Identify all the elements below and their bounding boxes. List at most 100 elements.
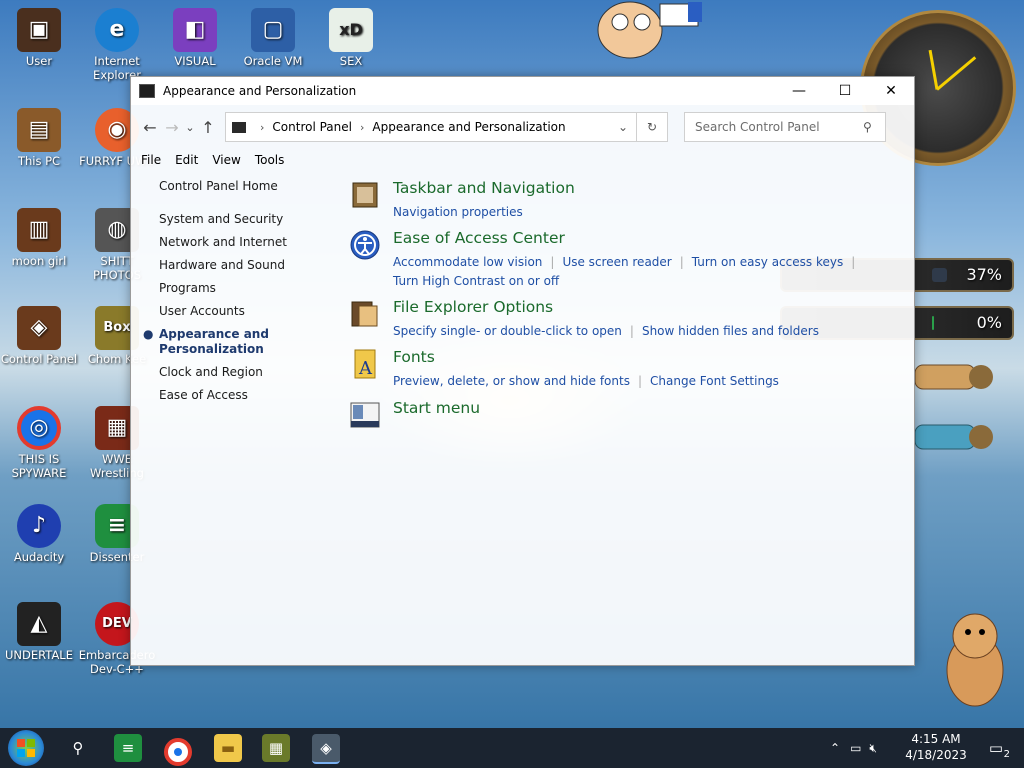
left-navigation: Control Panel Home System and Security N… bbox=[143, 179, 299, 411]
cartoon-face-icon bbox=[597, 1, 702, 59]
link-high-contrast[interactable]: Turn High Contrast on or off bbox=[393, 274, 559, 288]
back-arrow-icon[interactable]: ← bbox=[139, 118, 161, 137]
desktop-icon-label: Oracle VM bbox=[243, 54, 303, 68]
unity-icon: ◭ bbox=[17, 602, 61, 646]
nav-hardware-sound[interactable]: Hardware and Sound bbox=[159, 258, 299, 273]
svg-text:A: A bbox=[358, 358, 373, 379]
ease-of-access-heading[interactable]: Ease of Access Center bbox=[393, 229, 565, 247]
recent-locations-chevron-icon[interactable]: ⌄ bbox=[183, 121, 197, 134]
link-single-double-click[interactable]: Specify single- or double-click to open bbox=[393, 324, 622, 338]
link-divider: | bbox=[851, 255, 856, 269]
maximize-button[interactable]: ☐ bbox=[822, 77, 868, 105]
notification-icon: ▭ bbox=[988, 739, 1004, 757]
desktop-icon-oracle-vm[interactable]: ▢ Oracle VM bbox=[234, 8, 312, 68]
taskbar-navigation-heading[interactable]: Taskbar and Navigation bbox=[393, 179, 575, 197]
address-bar[interactable]: › Control Panel › Appearance and Persona… bbox=[225, 112, 637, 142]
menu-view[interactable]: View bbox=[212, 153, 240, 167]
control-panel-window: Appearance and Personalization — ☐ ✕ ← →… bbox=[130, 76, 915, 666]
nav-network-internet[interactable]: Network and Internet bbox=[159, 235, 299, 250]
menu-tools[interactable]: Tools bbox=[255, 153, 285, 167]
cpu-meter-value: 37% bbox=[966, 265, 1002, 284]
windows-logo-icon bbox=[17, 739, 35, 757]
breadcrumb-separator[interactable]: › bbox=[360, 121, 364, 134]
taskbar-navigation-links: Navigation properties bbox=[393, 203, 873, 222]
chrome-taskbar-button[interactable] bbox=[164, 738, 192, 766]
desktop-icon-internet-explorer[interactable]: e Internet Explorer bbox=[78, 8, 156, 82]
link-navigation-properties[interactable]: Navigation properties bbox=[393, 205, 523, 219]
desktop-icon-label: This PC bbox=[17, 154, 61, 168]
hxd-icon: xD bbox=[329, 8, 373, 52]
file-explorer-taskbar-button[interactable]: ▬ bbox=[214, 734, 242, 762]
minimize-button[interactable]: — bbox=[776, 77, 822, 105]
audacity-icon: ♪ bbox=[17, 504, 61, 548]
search-taskbar-button[interactable]: ⚲ bbox=[64, 734, 92, 762]
title-bar[interactable]: Appearance and Personalization — ☐ ✕ bbox=[131, 77, 914, 105]
nav-control-panel-home[interactable]: Control Panel Home bbox=[159, 179, 299, 194]
edge-icon: e bbox=[95, 8, 139, 52]
search-input[interactable]: Search Control Panel bbox=[685, 120, 863, 134]
desktop-icon-visual[interactable]: ◧ VISUAL bbox=[156, 8, 234, 68]
ease-of-access-icon bbox=[350, 230, 380, 260]
nav-user-accounts[interactable]: User Accounts bbox=[159, 304, 299, 319]
desktop-icon-label: moon girl bbox=[11, 254, 67, 268]
up-arrow-icon[interactable]: ↑ bbox=[197, 118, 219, 137]
desktop-icon-label: UNDERTALE bbox=[5, 648, 73, 662]
desktop-icon-control-panel[interactable]: ◈ Control Panel bbox=[0, 306, 78, 366]
notifications-button[interactable]: ▭ 2 bbox=[982, 734, 1010, 762]
fonts-links: Preview, delete, or show and hide fonts |… bbox=[393, 372, 873, 391]
desktop-icon-sex[interactable]: xD SEX bbox=[312, 8, 390, 68]
desktop-icon-audacity[interactable]: ♪ Audacity bbox=[0, 504, 78, 564]
breadcrumb-control-panel[interactable]: Control Panel bbox=[272, 120, 352, 134]
cpu-meter-fill bbox=[932, 268, 947, 282]
nav-appearance-current[interactable]: ● Appearance and Personalization bbox=[143, 327, 299, 357]
control-panel-taskbar-button[interactable]: ◈ bbox=[312, 734, 340, 764]
file-explorer-options-icon bbox=[351, 301, 378, 327]
taskbar: ⚲ ≡ ▬ ▦ ◈ ⌃ ▭ 🔇︎ 4:15 AM 4/18/2023 ▭ 2 bbox=[0, 728, 1024, 768]
desktop-icon-user[interactable]: ▣ User bbox=[0, 8, 78, 68]
desktop-icon-label: Control Panel bbox=[0, 352, 78, 366]
menu-file[interactable]: File bbox=[141, 153, 161, 167]
clock-time: 4:15 AM bbox=[911, 732, 961, 746]
fonts-heading[interactable]: Fonts bbox=[393, 348, 435, 366]
forward-arrow-icon[interactable]: → bbox=[161, 118, 183, 137]
refresh-icon[interactable]: ↻ bbox=[637, 112, 668, 142]
search-box[interactable]: Search Control Panel ⚲ bbox=[684, 112, 886, 142]
volume-muted-icon[interactable]: 🔇︎ bbox=[869, 741, 877, 756]
link-accommodate-low-vision[interactable]: Accommodate low vision bbox=[393, 255, 542, 269]
desktop-icon-this-pc[interactable]: ▤ This PC bbox=[0, 108, 78, 168]
taskbar-icon bbox=[352, 182, 378, 208]
close-button[interactable]: ✕ bbox=[868, 77, 914, 105]
link-preview-fonts[interactable]: Preview, delete, or show and hide fonts bbox=[393, 374, 630, 388]
clock-date: 4/18/2023 bbox=[905, 748, 967, 762]
link-show-hidden-files[interactable]: Show hidden files and folders bbox=[642, 324, 819, 338]
breadcrumb-appearance[interactable]: Appearance and Personalization bbox=[372, 120, 565, 134]
control-panel-small-icon bbox=[232, 121, 246, 133]
nav-ease-of-access[interactable]: Ease of Access bbox=[159, 388, 299, 403]
navigation-row: ← → ⌄ ↑ › Control Panel › Appearance and… bbox=[131, 105, 914, 149]
nav-current-label: Appearance and Personalization bbox=[159, 327, 269, 356]
link-easy-access-keys[interactable]: Turn on easy access keys bbox=[692, 255, 843, 269]
search-icon[interactable]: ⚲ bbox=[863, 120, 885, 134]
desktop-icon-moon-girl[interactable]: ▥ moon girl bbox=[0, 208, 78, 268]
pipe-icon bbox=[914, 364, 993, 450]
link-change-font-settings[interactable]: Change Font Settings bbox=[650, 374, 779, 388]
file-explorer-options-heading[interactable]: File Explorer Options bbox=[393, 298, 553, 316]
desktop-icon-label: THIS IS SPYWARE bbox=[11, 452, 67, 480]
start-button[interactable] bbox=[8, 730, 44, 766]
nav-programs[interactable]: Programs bbox=[159, 281, 299, 296]
nav-clock-region[interactable]: Clock and Region bbox=[159, 365, 299, 380]
dissenter-taskbar-button[interactable]: ≡ bbox=[114, 734, 142, 762]
desktop-icon-undertale[interactable]: ◭ UNDERTALE bbox=[0, 602, 78, 662]
visual-studio-icon: ◧ bbox=[173, 8, 217, 52]
link-use-screen-reader[interactable]: Use screen reader bbox=[562, 255, 671, 269]
image-viewer-taskbar-button[interactable]: ▦ bbox=[262, 734, 290, 762]
network-icon[interactable]: ▭ bbox=[850, 741, 861, 755]
address-dropdown-icon[interactable]: ⌄ bbox=[618, 120, 628, 134]
desktop-icon-chrome[interactable]: ◎ THIS IS SPYWARE bbox=[0, 406, 78, 480]
menu-edit[interactable]: Edit bbox=[175, 153, 198, 167]
nav-system-security[interactable]: System and Security bbox=[159, 212, 299, 227]
breadcrumb-separator[interactable]: › bbox=[260, 121, 264, 134]
chevron-up-icon[interactable]: ⌃ bbox=[830, 741, 840, 755]
start-menu-heading[interactable]: Start menu bbox=[393, 399, 480, 417]
taskbar-clock[interactable]: 4:15 AM 4/18/2023 bbox=[896, 731, 976, 763]
